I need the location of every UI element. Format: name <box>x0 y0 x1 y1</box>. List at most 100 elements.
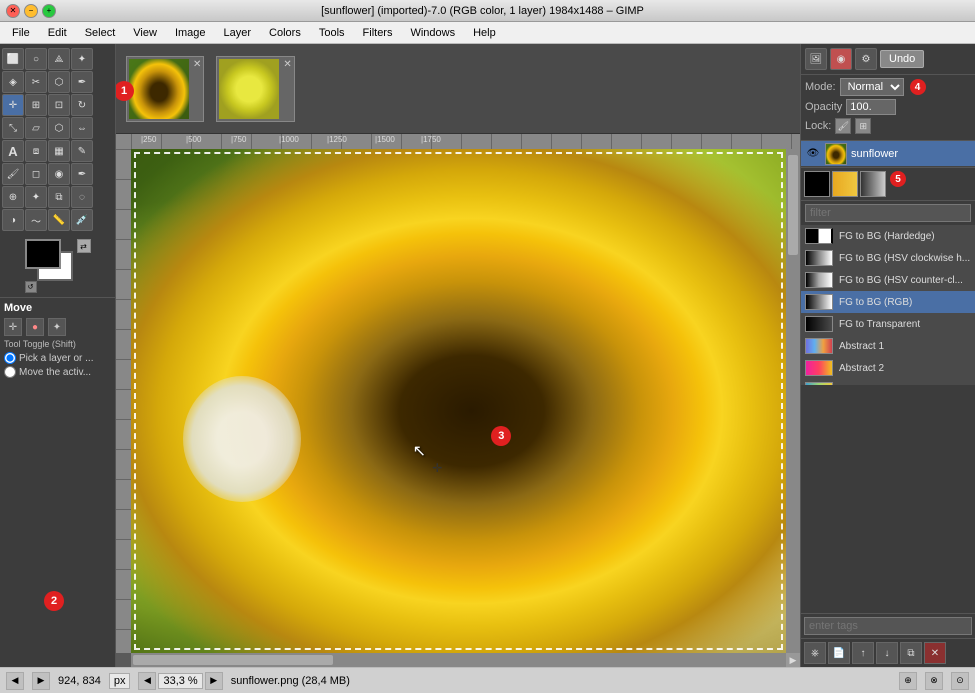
menu-tools[interactable]: Tools <box>311 25 353 41</box>
zoom-increase[interactable]: ▶ <box>205 672 223 690</box>
menu-file[interactable]: File <box>4 25 38 41</box>
tool-perspective[interactable]: ⬡ <box>48 117 70 139</box>
tool-align[interactable]: ⊞ <box>25 94 47 116</box>
tool-clone[interactable]: ⊕ <box>2 186 24 208</box>
lock-icon-paint[interactable]: 🖌 <box>835 118 851 134</box>
vertical-scrollbar[interactable] <box>786 149 800 653</box>
opacity-input[interactable] <box>846 99 896 115</box>
grad-item-1[interactable]: FG to BG (HSV clockwise h... <box>801 247 975 269</box>
tool-fuzzy-select[interactable]: ✦ <box>71 48 93 70</box>
layer-item-sunflower[interactable]: 👁 sunflower <box>801 141 975 167</box>
tool-smudge[interactable]: 〜 <box>25 209 47 231</box>
tool-ink[interactable]: ✒ <box>71 163 93 185</box>
reset-colors-icon[interactable]: ↺ <box>25 281 37 293</box>
tool-bucket-fill[interactable]: ⧈ <box>25 140 47 162</box>
menu-edit[interactable]: Edit <box>40 25 75 41</box>
menu-windows[interactable]: Windows <box>402 25 463 41</box>
menu-view[interactable]: View <box>125 25 165 41</box>
nav-left-button[interactable]: ◀ <box>6 672 24 690</box>
horizontal-scrollbar[interactable]: ▶ <box>131 653 800 667</box>
tool-color-picker[interactable]: 💉 <box>71 209 93 231</box>
tags-input[interactable] <box>804 617 972 635</box>
status-extra1[interactable]: ⊕ <box>899 672 917 690</box>
maximize-button[interactable]: + <box>42 4 56 18</box>
tool-free-select[interactable]: ⟁ <box>48 48 70 70</box>
menu-help[interactable]: Help <box>465 25 504 41</box>
tool-heal[interactable]: ✦ <box>25 186 47 208</box>
tool-pencil[interactable]: ✎ <box>71 140 93 162</box>
grad-item-5[interactable]: Abstract 1 <box>801 335 975 357</box>
rp-icon1[interactable]: 🖼 <box>805 48 827 70</box>
new-layer-from-visible[interactable]: ⎈ <box>804 642 826 664</box>
tool-airbrush[interactable]: ◉ <box>48 163 70 185</box>
unit-selector[interactable]: px <box>109 673 131 689</box>
scroll-right-icon[interactable]: ▶ <box>786 653 800 667</box>
tool-crop[interactable]: ⊡ <box>48 94 70 116</box>
tool-text[interactable]: A <box>2 140 24 162</box>
menu-select[interactable]: Select <box>77 25 124 41</box>
menu-filters[interactable]: Filters <box>355 25 401 41</box>
tool-foreground-select[interactable]: ⬡ <box>48 71 70 93</box>
image-canvas[interactable]: ↖ ✛ 3 <box>131 149 786 653</box>
tool-paths[interactable]: ✒ <box>71 71 93 93</box>
foreground-color[interactable] <box>25 239 61 269</box>
tool-eraser[interactable]: ◻ <box>25 163 47 185</box>
canvas-image[interactable]: ↖ ✛ 3 <box>131 149 786 653</box>
tool-blur[interactable]: ◌ <box>71 186 93 208</box>
thumb-close-sunflower[interactable]: ✕ <box>193 59 201 70</box>
status-extra3[interactable]: ⊙ <box>951 672 969 690</box>
lower-layer-button[interactable]: ↓ <box>876 642 898 664</box>
delete-layer-button[interactable]: ✕ <box>924 642 946 664</box>
hscroll-thumb[interactable] <box>133 655 333 665</box>
canvas-wrapper[interactable]: ↖ ✛ 3 <box>116 149 800 653</box>
duplicate-layer-button[interactable]: ⧉ <box>900 642 922 664</box>
status-extra2[interactable]: ⊗ <box>925 672 943 690</box>
tool-paintbrush[interactable]: 🖌 <box>2 163 24 185</box>
vscroll-thumb[interactable] <box>788 155 798 255</box>
zoom-decrease[interactable]: ◀ <box>138 672 156 690</box>
tool-flip[interactable]: ⇔ <box>71 117 93 139</box>
zoom-level[interactable]: 33,3 % <box>158 673 202 689</box>
move-active-radio[interactable] <box>4 366 16 378</box>
grad-swatch-black[interactable] <box>804 171 830 197</box>
tool-shear[interactable]: ▱ <box>25 117 47 139</box>
tool-perspective-clone[interactable]: ⧉ <box>48 186 70 208</box>
grad-item-0[interactable]: FG to BG (Hardedge) <box>801 225 975 247</box>
rp-icon3[interactable]: ⚙ <box>855 48 877 70</box>
tool-scale[interactable]: ⤡ <box>2 117 24 139</box>
menu-image[interactable]: Image <box>167 25 214 41</box>
menu-layer[interactable]: Layer <box>216 25 260 41</box>
tool-dodge-burn[interactable]: ◑ <box>2 209 24 231</box>
tool-measure[interactable]: 📏 <box>48 209 70 231</box>
grad-item-4[interactable]: FG to Transparent <box>801 313 975 335</box>
grad-swatch-orange[interactable] <box>832 171 858 197</box>
tool-rectangle-select[interactable]: ⬜ <box>2 48 24 70</box>
close-button[interactable]: ✕ <box>6 4 20 18</box>
rp-icon2[interactable]: ◉ <box>830 48 852 70</box>
undo-button[interactable]: Undo <box>880 50 924 68</box>
thumbnail-flower2[interactable]: ✕ <box>216 56 294 122</box>
grad-item-6[interactable]: Abstract 2 <box>801 357 975 379</box>
thumb-close-flower2[interactable]: ✕ <box>283 59 291 70</box>
thumbnail-sunflower[interactable]: ✕ <box>126 56 204 122</box>
minimize-button[interactable]: − <box>24 4 38 18</box>
tool-scissors[interactable]: ✂ <box>25 71 47 93</box>
menu-colors[interactable]: Colors <box>261 25 309 41</box>
grad-item-3[interactable]: FG to BG (RGB) <box>801 291 975 313</box>
move-active-option[interactable]: Move the activ... <box>4 366 111 378</box>
pick-layer-radio[interactable] <box>4 352 16 364</box>
grad-item-2[interactable]: FG to BG (HSV counter-cl... <box>801 269 975 291</box>
tool-blend[interactable]: ▦ <box>48 140 70 162</box>
new-layer-button[interactable]: 📄 <box>828 642 850 664</box>
grad-swatch-gray[interactable] <box>860 171 886 197</box>
lock-icon-move[interactable]: ⊞ <box>855 118 871 134</box>
tool-color-select[interactable]: ◈ <box>2 71 24 93</box>
filter-input[interactable] <box>805 204 971 222</box>
mode-select[interactable]: Normal <box>840 78 904 96</box>
tool-move[interactable]: ✛ <box>2 94 24 116</box>
tool-rotate[interactable]: ↻ <box>71 94 93 116</box>
layer-visibility-eye[interactable]: 👁 <box>805 146 821 162</box>
swap-colors-icon[interactable]: ⇄ <box>77 239 91 253</box>
pick-layer-option[interactable]: Pick a layer or ... <box>4 352 111 364</box>
raise-layer-button[interactable]: ↑ <box>852 642 874 664</box>
